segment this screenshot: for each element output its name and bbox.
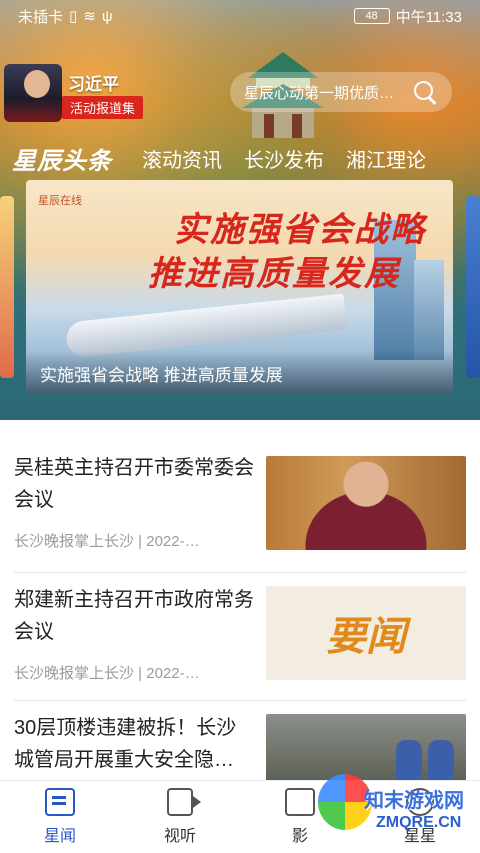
battery-icon: 48 xyxy=(353,8,390,24)
divider xyxy=(14,572,466,573)
tower-graphic xyxy=(414,260,444,360)
search-placeholder: 星辰心动第一期优质… xyxy=(244,84,395,102)
banner-headline-1: 实施强省会战略 xyxy=(174,211,426,249)
channel-tabs: 星辰头条 滚动资讯 长沙发布 湘江理论 xyxy=(0,138,480,178)
news-meta: 长沙晚报掌上长沙 | 2022-… xyxy=(14,533,200,550)
search-icon[interactable] xyxy=(412,79,438,105)
wifi-icon: ≋ xyxy=(83,8,96,25)
search-bar[interactable]: 星辰心动第一期优质… xyxy=(230,72,452,112)
news-thumbnail: 要闻 xyxy=(266,586,466,680)
nav-item-news[interactable]: 星闻 xyxy=(0,781,120,853)
usb-icon: ψ xyxy=(101,7,113,25)
news-title: 30层顶楼违建被拆！长沙城管局开展重大安全隐… xyxy=(14,717,237,771)
promo-name: 习近平 xyxy=(68,75,119,94)
news-title: 郑建新主持召开市政府常务会议 xyxy=(14,589,254,643)
train-graphic xyxy=(64,293,348,359)
tab-xiangjiang-theory[interactable]: 湘江理论 xyxy=(346,144,426,173)
promo-subtitle: 活动报道集 xyxy=(62,96,144,119)
carousel-prev-card[interactable] xyxy=(0,196,14,378)
nav-label: 影 xyxy=(291,828,308,845)
clock: 中午11:33 xyxy=(395,8,462,26)
status-bar: 未插卡 ▯ ≋ ψ 48 中午11:33 xyxy=(0,0,480,32)
news-icon xyxy=(45,788,75,816)
video-icon xyxy=(167,788,201,816)
portrait-image xyxy=(4,64,62,122)
carousel-next-card[interactable] xyxy=(466,196,480,378)
watermark: 知末游戏网 ZMQRE.CN xyxy=(318,768,478,848)
list-item[interactable]: 郑建新主持召开市政府常务会议 长沙晚报掌上长沙 | 2022-… 要闻 xyxy=(14,584,466,684)
news-title: 吴桂英主持召开市委常委会会议 xyxy=(14,457,254,511)
watermark-url: ZMQRE.CN xyxy=(376,814,462,831)
banner-caption: 实施强省会战略 推进高质量发展 xyxy=(40,366,283,385)
banner-logo: 星辰在线 xyxy=(38,195,82,207)
sim-icon: ▯ xyxy=(69,8,78,25)
thumb-label: 要闻 xyxy=(326,615,406,659)
carrier-text: 未插卡 xyxy=(18,8,64,26)
promo-banner[interactable]: 习近平 活动报道集 xyxy=(0,62,160,122)
film-icon xyxy=(285,788,315,816)
watermark-text: 知末游戏网 xyxy=(364,790,464,812)
nav-item-video[interactable]: 视听 xyxy=(120,781,240,853)
news-meta: 长沙晚报掌上长沙 | 2022-… xyxy=(14,665,200,682)
tab-headlines[interactable]: 星辰头条 xyxy=(12,141,112,176)
divider xyxy=(14,700,466,701)
list-item[interactable]: 吴桂英主持召开市委常委会会议 长沙晚报掌上长沙 | 2022-… xyxy=(14,452,466,552)
banner-headline-2: 推进高质量发展 xyxy=(148,255,400,293)
tab-changsha-release[interactable]: 长沙发布 xyxy=(244,144,324,173)
nav-label: 视听 xyxy=(163,828,196,845)
battery-level: 48 xyxy=(365,10,378,22)
nav-label: 星闻 xyxy=(43,828,76,845)
tab-rolling-news[interactable]: 滚动资讯 xyxy=(142,144,222,173)
carousel-banner[interactable]: 星辰在线 实施强省会战略 推进高质量发展 实施强省会战略 推进高质量发展 xyxy=(26,180,453,394)
news-thumbnail xyxy=(266,456,466,550)
